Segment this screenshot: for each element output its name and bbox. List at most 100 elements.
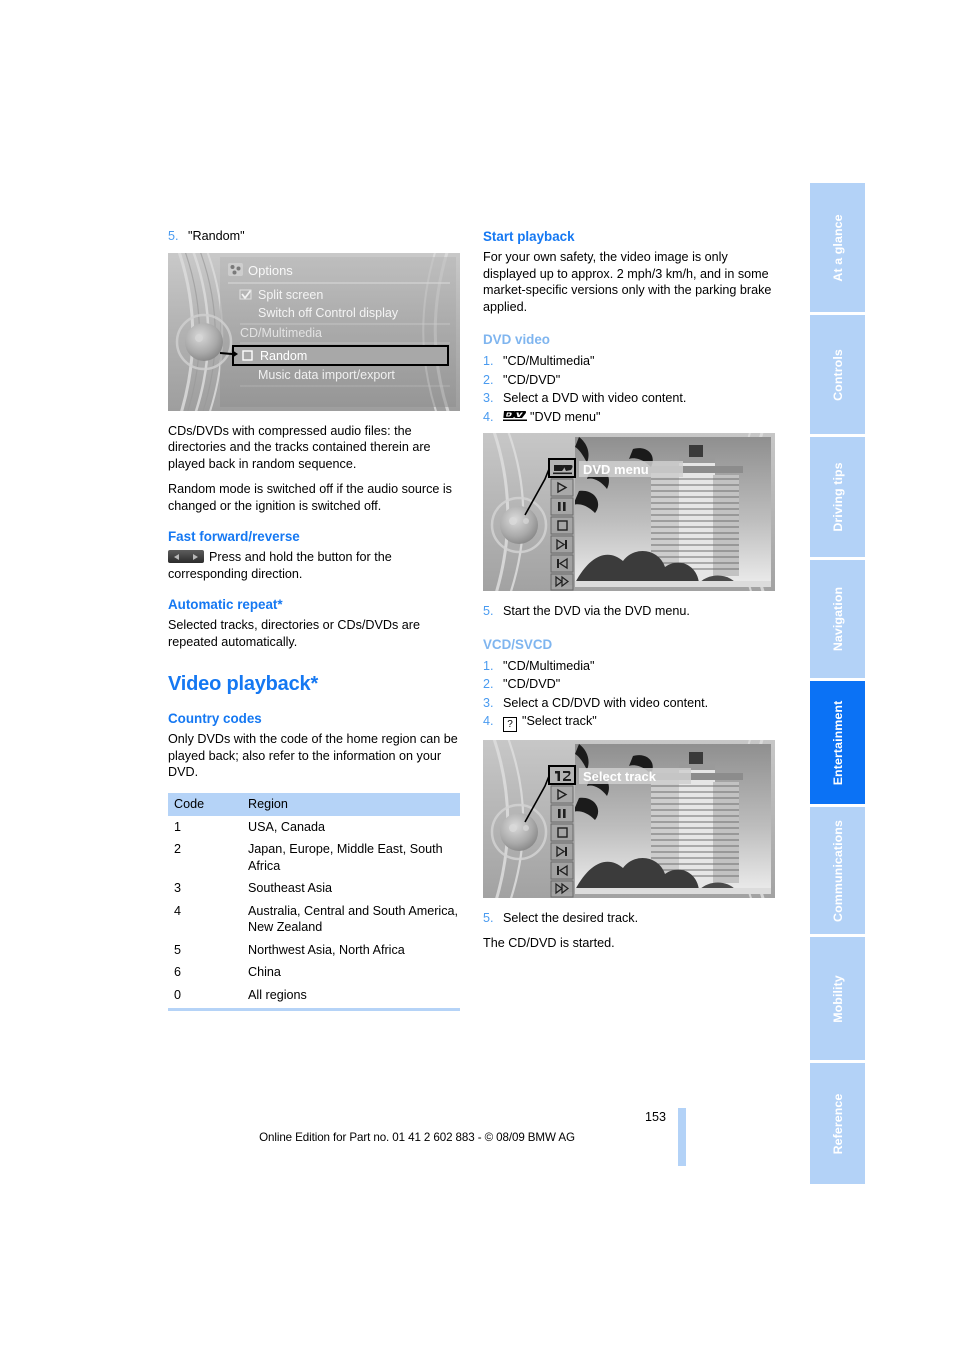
step-text: "Select track"	[522, 714, 597, 728]
list-item: 5. "Random"	[168, 228, 463, 245]
step-text: "CD/DVD"	[503, 372, 561, 387]
svg-text:Music data import/export: Music data import/export	[258, 368, 395, 382]
cell-region: Japan, Europe, Middle East, South Africa	[248, 842, 443, 873]
sidebar-tab-label: Communications	[830, 819, 845, 922]
sidebar-tab-label: Reference	[830, 1093, 845, 1154]
manual-page: 5. "Random" Options Split screen Switch …	[0, 0, 954, 1350]
cell-region: USA, Canada	[248, 819, 326, 834]
svg-text:Options: Options	[248, 263, 293, 278]
vcd-svcd-steps: 1. "CD/Multimedia" 2. "CD/DVD" 3. Select…	[483, 658, 778, 732]
dvd-video-steps: 1. "CD/Multimedia" 2. "CD/DVD" 3. Select…	[483, 353, 778, 425]
step-text: Select the desired track.	[503, 911, 639, 925]
step-text-with-icon: ? "Select track"	[503, 713, 778, 732]
sidebar-tab-label: Driving tips	[830, 462, 845, 532]
sidebar-tab-label: Entertainment	[830, 700, 845, 785]
step-text: "CD/Multimedia"	[503, 354, 595, 368]
sidebar-tab-communications[interactable]: Communications	[810, 807, 865, 934]
cell-code: 4	[174, 903, 182, 918]
cell-region: Northwest Asia, North Africa	[248, 942, 405, 957]
step-text-with-icon: "DVD menu"	[503, 409, 778, 426]
automatic-repeat-paragraph: Selected tracks, directories or CDs/DVDs…	[168, 618, 420, 649]
table-row: 4 Australia, Central and South America, …	[168, 900, 460, 939]
figure-label: Select track	[583, 769, 657, 784]
step-text: "Random"	[188, 229, 245, 243]
step-number: 4.	[483, 714, 494, 728]
table-row: 0 All regions	[168, 983, 460, 1011]
cell-region: Southeast Asia	[248, 881, 333, 895]
sidebar-tab-navigation[interactable]: Navigation	[810, 560, 865, 678]
dvd-menu-screen-graphic: DVD menu	[483, 433, 775, 591]
step-number: 2.	[483, 372, 494, 387]
step-number: 3.	[483, 391, 494, 405]
cell-region: All regions	[242, 983, 460, 1011]
sidebar-tab-entertainment[interactable]: Entertainment	[810, 681, 865, 804]
figure-options-screen: Options Split screen Switch off Control …	[168, 252, 460, 411]
cell-code: 6	[174, 965, 182, 979]
country-codes-table: Code Region 1 USA, Canada 2 Japan, Europ…	[168, 792, 460, 1011]
list-item: 1. "CD/Multimedia"	[483, 353, 778, 370]
right-column: Start playback For your own safety, the …	[483, 228, 778, 960]
list-item: 4. "DVD menu"	[483, 409, 778, 426]
list-item: 5. Start the DVD via the DVD menu.	[483, 603, 778, 620]
table-row: 2 Japan, Europe, Middle East, South Afri…	[168, 838, 460, 877]
list-item: 1. "CD/Multimedia"	[483, 658, 778, 675]
list-item: 3. Select a CD/DVD with video content.	[483, 695, 778, 712]
sidebar-tab-label: Controls	[830, 348, 845, 401]
figure-label: DVD menu	[583, 462, 649, 477]
random-paragraph-2: Random mode is switched off if the audio…	[168, 482, 452, 513]
heading-vcd-svcd: VCD/SVCD	[483, 636, 553, 652]
heading-video-playback: Video playback*	[168, 673, 319, 695]
figure-dvd-menu-screen: DVD menu	[483, 433, 775, 591]
step-text: Select a CD/DVD with video content.	[503, 695, 709, 710]
dvd-video-final-step: 5. Start the DVD via the DVD menu.	[483, 603, 778, 620]
random-paragraph-1: CDs/DVDs with compressed audio files: th…	[168, 423, 431, 471]
page-number: 153	[644, 1110, 666, 1124]
figure-select-track-screen: Select track	[483, 740, 775, 898]
step-number: 5.	[483, 911, 494, 925]
footer-copyright-note: Online Edition for Part no. 01 41 2 602 …	[259, 1131, 575, 1144]
cell-code: 5	[174, 942, 182, 957]
list-item: 3. Select a DVD with video content.	[483, 390, 778, 407]
sidebar-tab-mobility[interactable]: Mobility	[810, 937, 865, 1060]
vcd-svcd-closing: The CD/DVD is started.	[483, 935, 615, 950]
fast-forward-paragraph: Press and hold the button for the corres…	[168, 549, 463, 582]
column-header-region: Region	[242, 792, 460, 816]
heading-fast-forward: Fast forward/reverse	[168, 529, 300, 544]
sidebar-tab-controls[interactable]: Controls	[810, 315, 865, 434]
country-codes-intro: Only DVDs with the code of the home regi…	[168, 732, 458, 779]
cell-region: China	[248, 965, 281, 979]
list-item: 5. Select the desired track.	[483, 910, 778, 927]
sidebar-tab-label: Mobility	[830, 974, 845, 1023]
list-item: 2. "CD/DVD"	[483, 676, 778, 693]
step-number: 1.	[483, 354, 494, 368]
table-head: Code Region	[168, 792, 460, 816]
cell-code: 3	[174, 881, 182, 895]
random-step-list: 5. "Random"	[168, 228, 463, 245]
player-icon-column	[548, 458, 576, 591]
footer-accent-bar	[678, 1108, 686, 1166]
step-number: 4.	[483, 409, 494, 424]
cell-code: 1	[174, 819, 182, 834]
list-item: 2. "CD/DVD"	[483, 372, 778, 389]
step-number: 1.	[483, 658, 494, 673]
list-item: 4. ? "Select track"	[483, 713, 778, 732]
heading-dvd-video: DVD video	[483, 332, 550, 347]
sidebar-tab-driving-tips[interactable]: Driving tips	[810, 437, 865, 557]
table-row: 3 Southeast Asia	[168, 877, 460, 900]
svg-text:CD/Multimedia: CD/Multimedia	[240, 326, 322, 340]
table-row: 6 China	[168, 961, 460, 984]
options-screen-graphic: Options Split screen Switch off Control …	[168, 252, 460, 411]
table-body: 1 USA, Canada 2 Japan, Europe, Middle Ea…	[168, 816, 460, 1011]
vcd-svcd-final-step: 5. Select the desired track.	[483, 910, 778, 927]
step-number: 2.	[483, 677, 494, 691]
heading-country-codes: Country codes	[168, 711, 262, 726]
select-track-screen-graphic: Select track	[483, 740, 775, 898]
sidebar-tab-at-a-glance[interactable]: At a glance	[810, 183, 865, 312]
svg-text:Split screen: Split screen	[258, 288, 323, 302]
sidebar-tab-reference[interactable]: Reference	[810, 1063, 865, 1184]
start-playback-paragraph: For your own safety, the video image is …	[483, 250, 772, 314]
heading-automatic-repeat: Automatic repeat*	[168, 597, 283, 612]
table-row: 1 USA, Canada	[168, 816, 460, 839]
step-text: "CD/Multimedia"	[503, 658, 595, 673]
step-text: Start the DVD via the DVD menu.	[503, 604, 690, 618]
